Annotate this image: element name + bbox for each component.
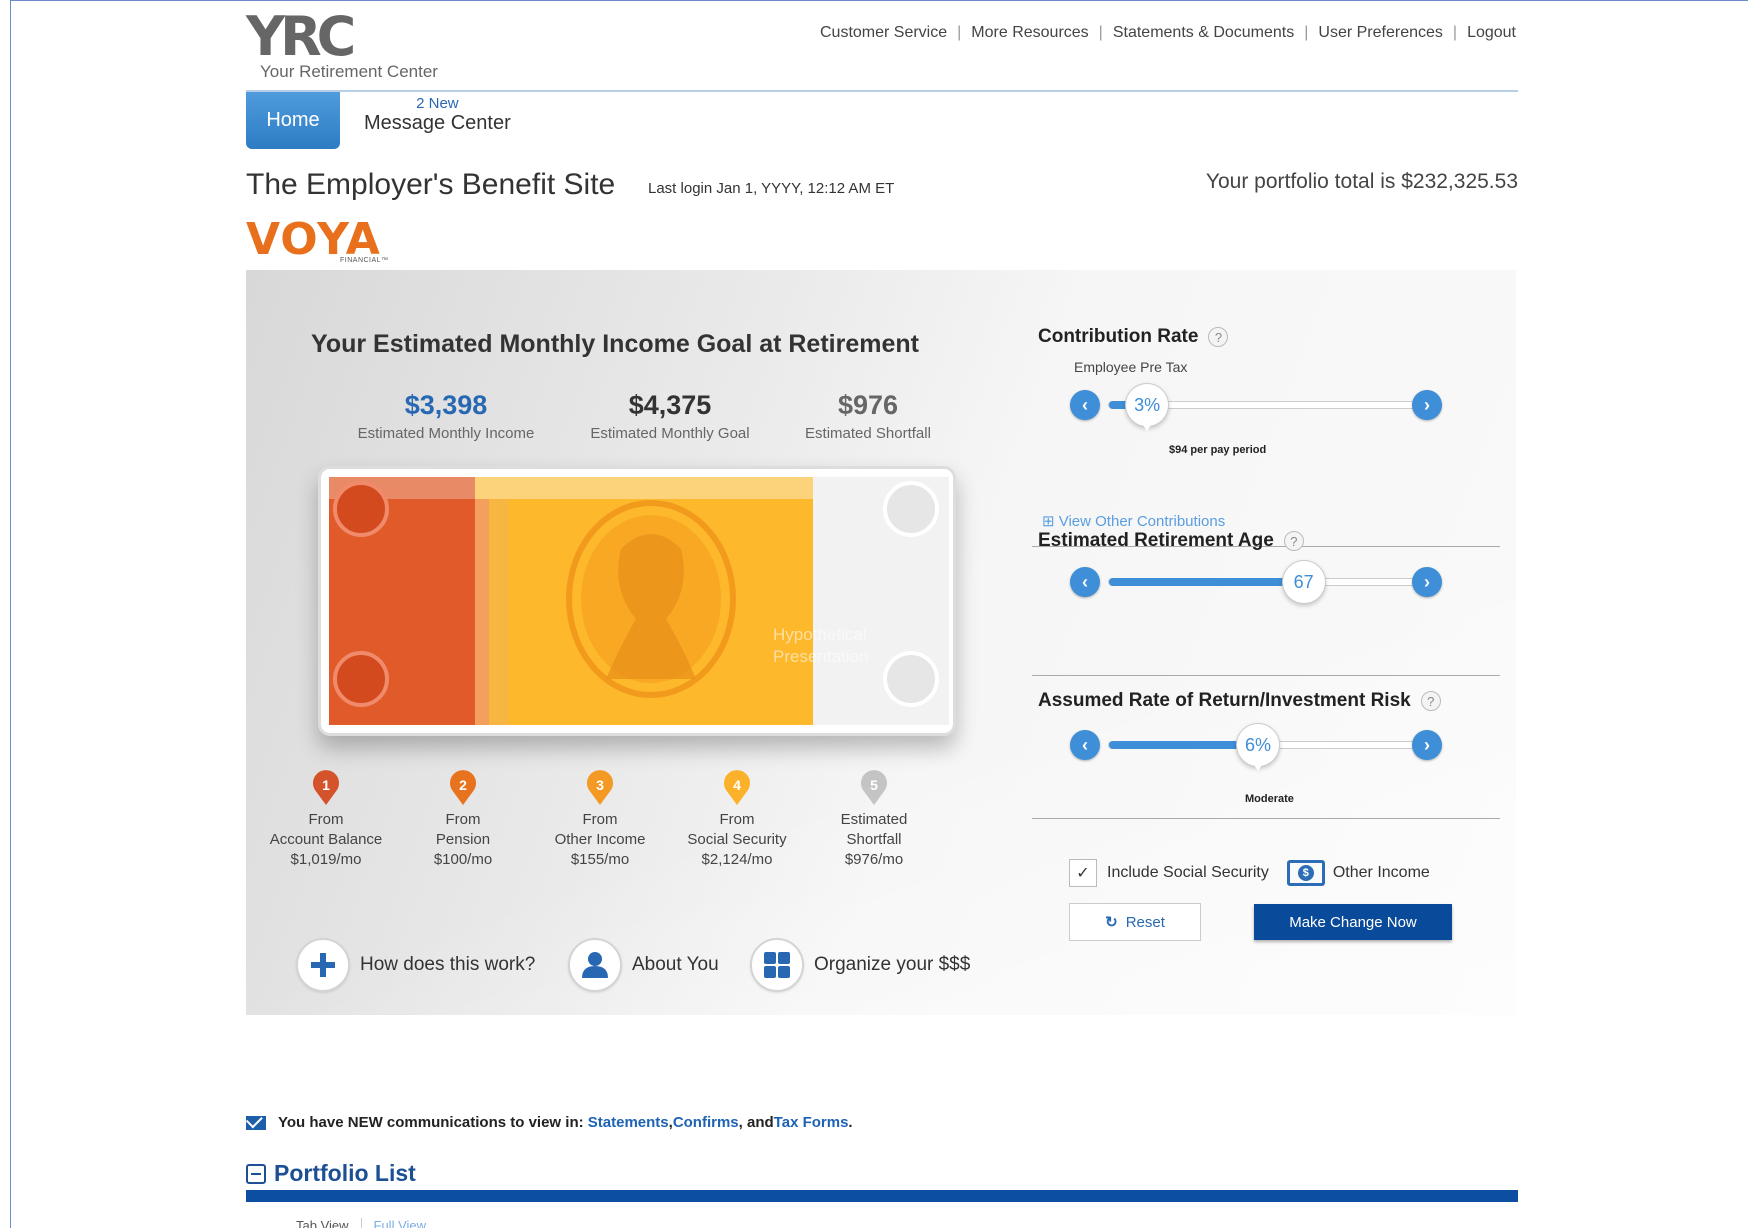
nav-logout[interactable]: Logout [1467, 24, 1516, 42]
header-divider [246, 90, 1518, 92]
portfolio-list-bar [246, 1190, 1518, 1202]
yrc-logo[interactable]: YRC Your Retirement Center [246, 10, 438, 82]
svg-text:4: 4 [733, 777, 741, 793]
portfolio-total: Your portfolio total is $232,325.53 [1205, 170, 1518, 193]
help-icon[interactable]: ? [1208, 327, 1229, 347]
person-icon [568, 938, 622, 992]
pin-4-icon: 4 [722, 770, 752, 806]
goal-title: Your Estimated Monthly Income Goal at Re… [311, 330, 919, 358]
organize-money-button[interactable]: Organize your $$$ [750, 938, 970, 992]
retirement-age-knob[interactable]: 67 [1281, 560, 1326, 604]
pin-2-icon: 2 [448, 770, 478, 806]
make-change-now-button[interactable]: Make Change Now [1254, 904, 1452, 940]
source-estimated-shortfall[interactable]: 5 Estimated Shortfall $976/mo [804, 770, 944, 870]
voya-logo-sub: FINANCIAL™ [340, 257, 389, 264]
retirement-age-title: Estimated Retirement Age ? [1038, 530, 1304, 552]
reset-icon: ↻ [1105, 914, 1118, 931]
estimated-shortfall-label: Estimated Shortfall [805, 425, 931, 442]
collapse-icon [246, 1163, 266, 1184]
top-nav: Customer Service | More Resources | Statem… [819, 24, 1516, 42]
estimated-goal-value: $4,375 [628, 390, 712, 420]
view-other-contributions-link[interactable]: ⊞ View Other Contributions [1042, 512, 1225, 530]
confirms-link[interactable]: Confirms [673, 1114, 739, 1131]
message-center-label: Message Center [364, 112, 511, 134]
source-account-balance[interactable]: 1 From Account Balance $1,019/mo [256, 770, 396, 870]
new-messages-count: 2 New [416, 95, 459, 112]
estimated-goal-label: Estimated Monthly Goal [590, 425, 750, 442]
statements-link[interactable]: Statements [588, 1114, 669, 1131]
tab-view[interactable]: Tab View [296, 1218, 349, 1228]
include-social-security-label: Include Social Security [1107, 864, 1269, 881]
help-icon[interactable]: ? [1420, 691, 1441, 711]
employee-pre-tax-label: Employee Pre Tax [1074, 359, 1188, 375]
return-risk-title: Assumed Rate of Return/Investment Risk ? [1038, 690, 1441, 712]
source-social-security[interactable]: 4 From Social Security $2,124/mo [667, 770, 807, 870]
mail-icon [246, 1115, 266, 1130]
estimated-goal: $4,375 Estimated Monthly Goal [570, 390, 770, 442]
per-pay-period-note: $94 per pay period [1169, 444, 1267, 456]
nav-more-resources[interactable]: More Resources [971, 24, 1088, 42]
income-options: ✓ Include Social Security $ Other Income [1069, 859, 1430, 887]
contribution-rate-title: Contribution Rate ? [1038, 326, 1229, 348]
nav-user-preferences[interactable]: User Preferences [1318, 24, 1443, 42]
portfolio-list-toggle[interactable]: Portfolio List [246, 1160, 416, 1187]
risk-level-note: Moderate [1245, 793, 1294, 805]
income-goal-panel: Your Estimated Monthly Income Goal at Re… [246, 270, 1516, 1015]
estimated-income-value: $3,398 [404, 390, 488, 420]
contribution-rate-slider[interactable]: ‹ 3% › [1070, 383, 1464, 431]
source-other-income[interactable]: 3 From Other Income $155/mo [530, 770, 670, 870]
logo-subtitle: Your Retirement Center [260, 62, 438, 81]
portfolio-view-tabs: Tab View Full View [296, 1218, 426, 1228]
tab-home[interactable]: Home [246, 92, 340, 149]
grid-icon [750, 938, 804, 992]
tax-forms-link[interactable]: Tax Forms [774, 1114, 849, 1131]
pin-5-icon: 5 [859, 770, 889, 806]
chevron-left-icon[interactable]: ‹ [1070, 730, 1100, 760]
chevron-left-icon[interactable]: ‹ [1070, 390, 1100, 420]
new-communications-notice: You have NEW communications to view in: … [246, 1114, 853, 1131]
pin-1-icon: 1 [311, 770, 341, 806]
svg-text:5: 5 [870, 777, 878, 793]
other-income-label[interactable]: Other Income [1333, 864, 1430, 882]
voya-logo: VOYA [246, 214, 381, 265]
svg-text:2: 2 [459, 777, 467, 793]
return-risk-slider[interactable]: ‹ 6% › [1070, 723, 1464, 771]
full-view[interactable]: Full View [360, 1218, 426, 1228]
retirement-age-slider[interactable]: ‹ 67 › [1070, 560, 1464, 604]
pin-3-icon: 3 [585, 770, 615, 806]
dollar-bill-icon[interactable]: $ [1286, 860, 1325, 886]
nav-customer-service[interactable]: Customer Service [820, 24, 947, 42]
estimated-shortfall: $976 Estimated Shortfall [778, 390, 958, 442]
svg-text:1: 1 [322, 777, 330, 793]
nav-statements-documents[interactable]: Statements & Documents [1113, 24, 1294, 42]
how-does-this-work-button[interactable]: How does this work? [296, 938, 535, 992]
chevron-right-icon[interactable]: › [1412, 390, 1442, 420]
source-pension[interactable]: 2 From Pension $100/mo [393, 770, 533, 870]
estimated-shortfall-value: $976 [837, 390, 899, 420]
logo-mark: YRC [246, 5, 356, 68]
about-you-button[interactable]: About You [568, 938, 719, 992]
reset-button[interactable]: ↻ Reset [1069, 903, 1201, 941]
help-icon[interactable]: ? [1283, 531, 1304, 551]
tab-message-center[interactable]: 2 New Message Center [364, 95, 511, 135]
page: YRC Your Retirement Center Customer Serv… [246, 0, 1518, 1228]
page-title: The Employer's Benefit Site [246, 168, 616, 201]
svg-text:3: 3 [596, 777, 604, 793]
estimated-income-label: Estimated Monthly Income [357, 425, 535, 442]
chevron-right-icon[interactable]: › [1412, 730, 1442, 760]
plus-icon [296, 938, 350, 992]
hypothetical-watermark: Hypothetical Presentation [773, 625, 869, 666]
last-login: Last login Jan 1, YYYY, 12:12 AM ET [648, 180, 895, 197]
chevron-right-icon[interactable]: › [1412, 567, 1442, 597]
income-bill-graphic: Hypothetical Presentation [318, 466, 956, 736]
chevron-left-icon[interactable]: ‹ [1070, 567, 1100, 597]
estimated-income: $3,398 Estimated Monthly Income [341, 390, 551, 442]
include-social-security-checkbox[interactable]: ✓ [1069, 859, 1097, 887]
